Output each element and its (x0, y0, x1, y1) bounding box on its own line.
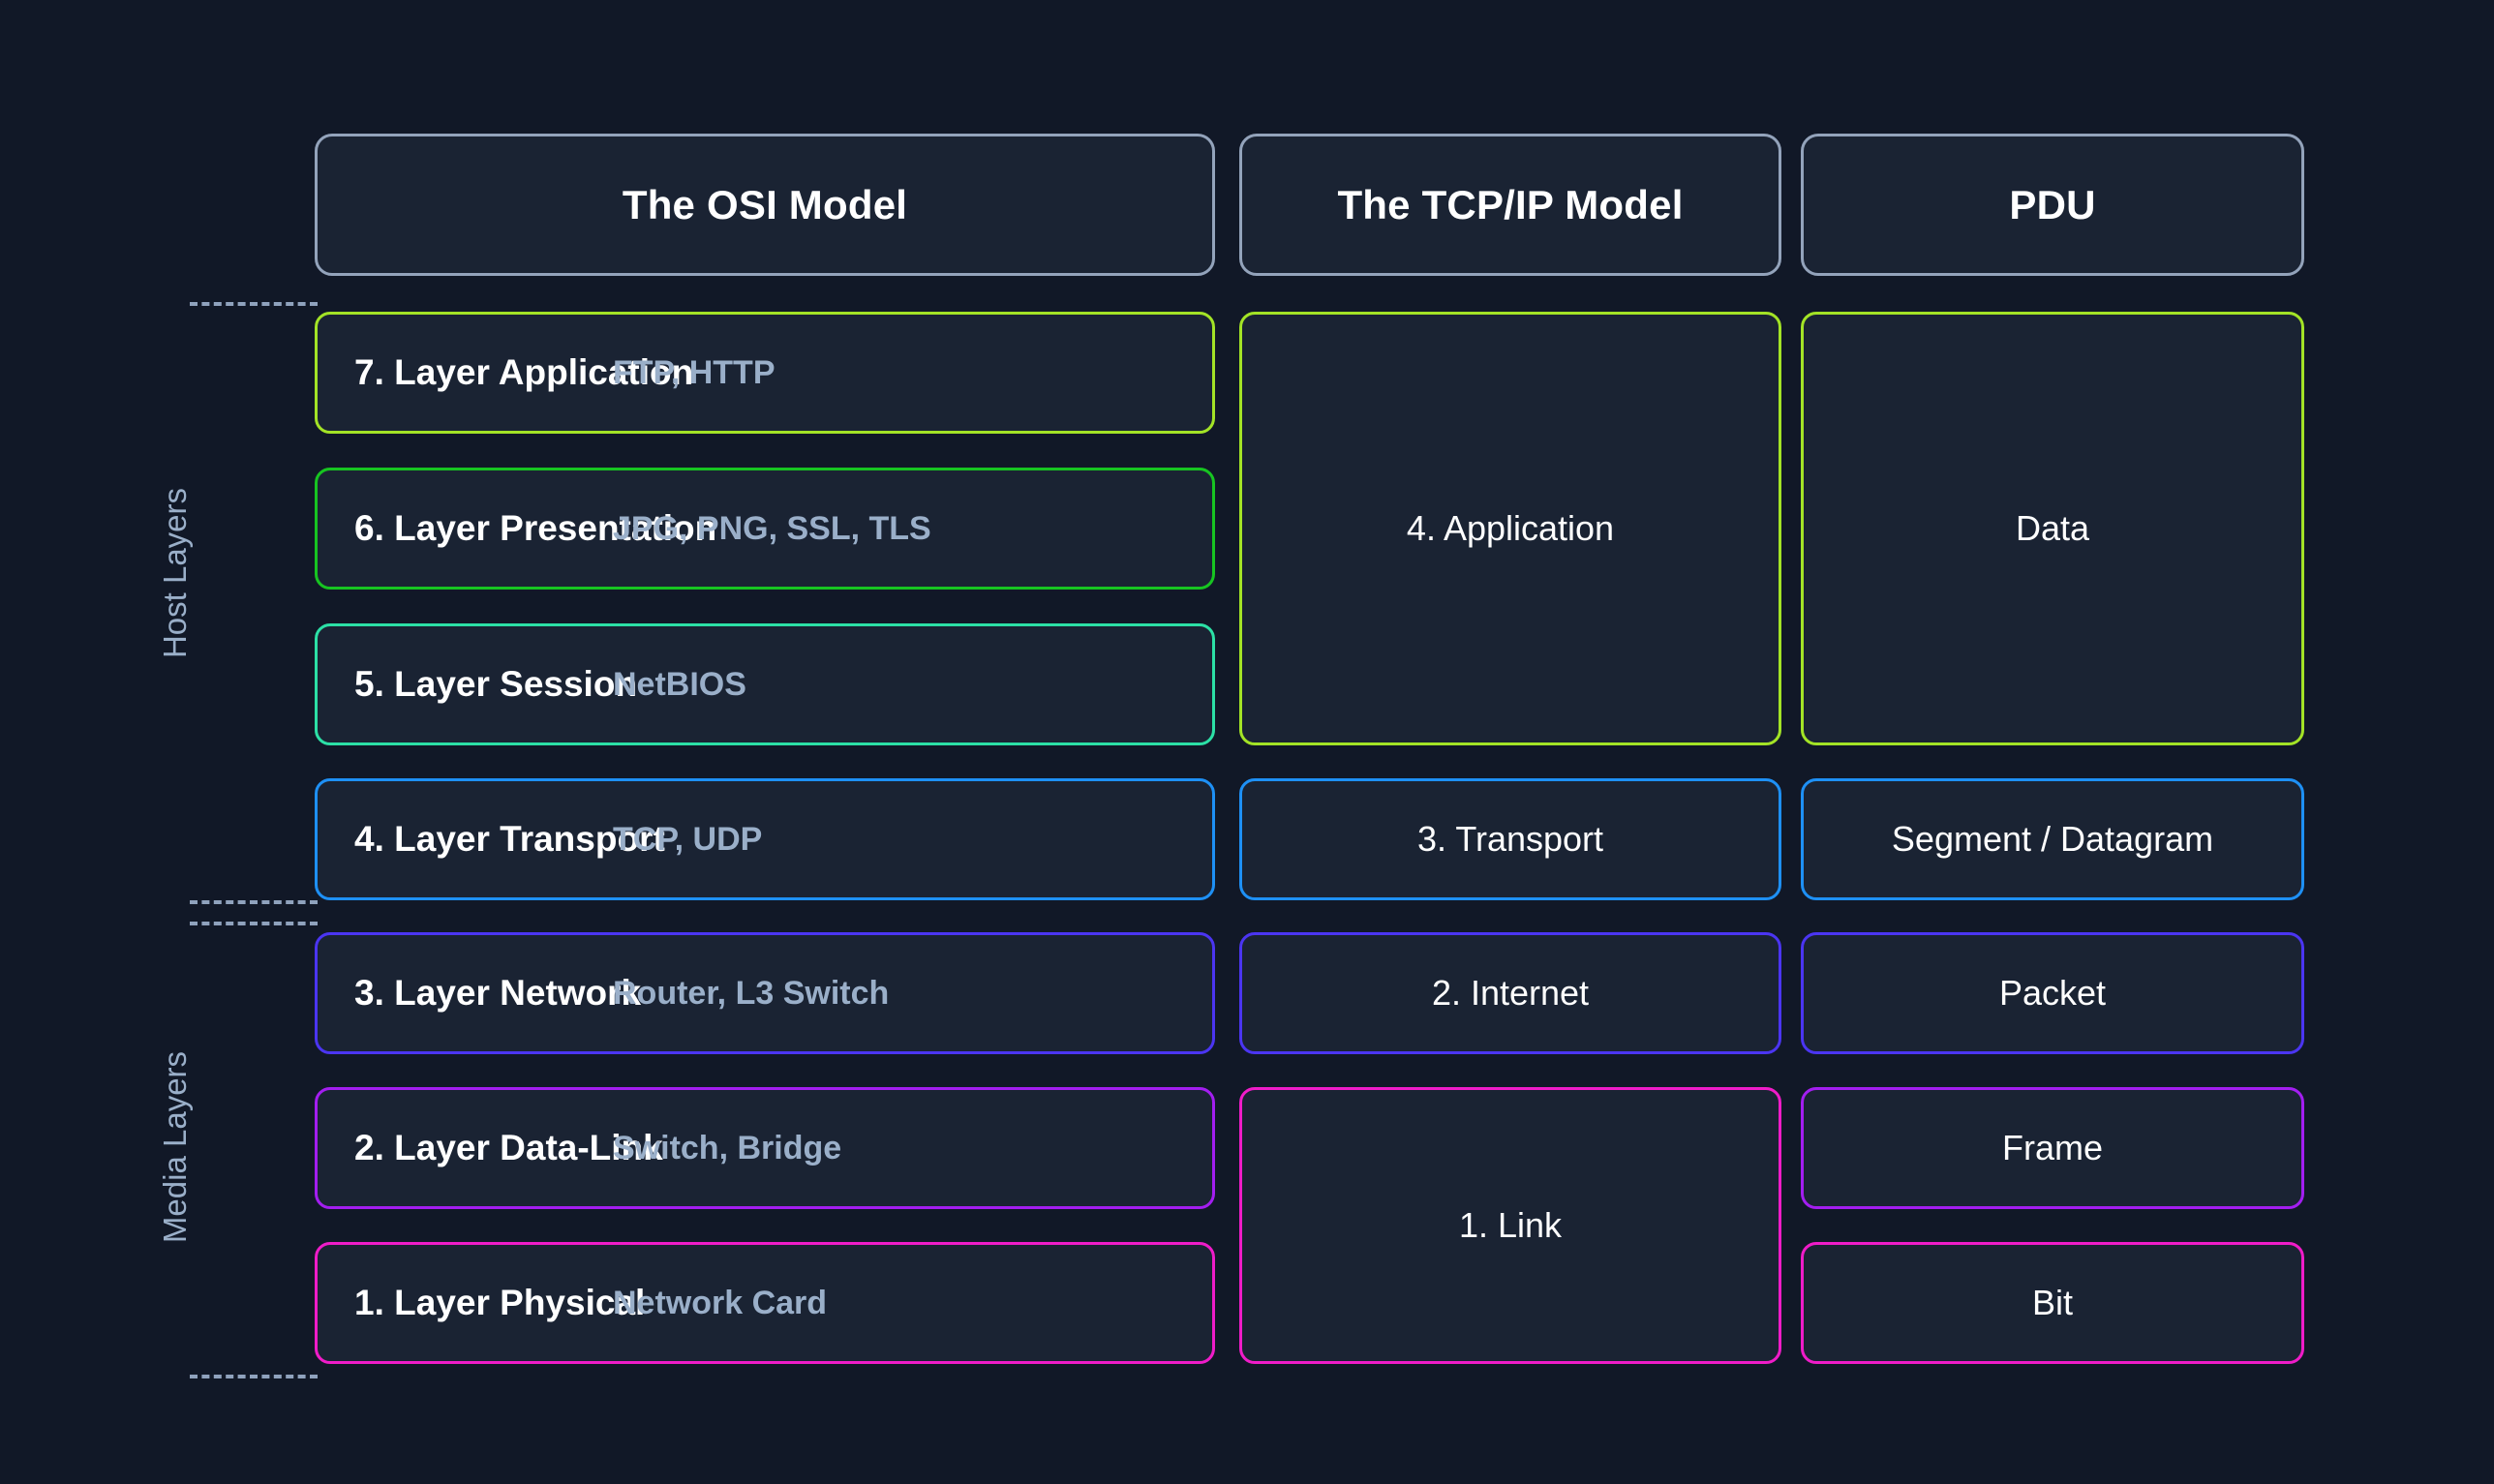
group-label-host-layers-text: Host Layers (157, 487, 193, 659)
group-label-media-layers-text: Media Layers (157, 1050, 193, 1244)
group-label-media-layers: Media Layers (157, 1002, 194, 1292)
separator-media-top (190, 922, 318, 925)
pdu-frame-label: Frame (2001, 1128, 2103, 1167)
osi-layer-4-examples: TCP, UDP (613, 820, 763, 858)
pdu-packet-label: Packet (1998, 973, 2107, 1013)
pdu-segment-datagram-label: Segment / Datagram (1891, 819, 2214, 859)
osi-layer-3[interactable]: 3. Layer Network Router, L3 Switch (315, 932, 1215, 1054)
group-label-host-layers: Host Layers (157, 447, 194, 699)
header-tcpip-model-label: The TCP/IP Model (1337, 181, 1684, 227)
osi-layer-1-name: 1. Layer Physical (354, 1283, 646, 1322)
osi-layer-1[interactable]: 1. Layer Physical Network Card (315, 1242, 1215, 1364)
tcpip-layer-internet-label: 2. Internet (1431, 973, 1590, 1013)
separator-host-bottom (190, 900, 318, 904)
osi-layer-5-examples: NetBIOS (613, 665, 746, 703)
osi-layer-2-examples: Switch, Bridge (613, 1129, 842, 1166)
osi-layer-7[interactable]: 7. Layer Application FTP, HTTP (315, 312, 1215, 434)
osi-layer-5[interactable]: 5. Layer Session NetBIOS (315, 623, 1215, 745)
pdu-bit-label: Bit (2031, 1283, 2073, 1322)
header-pdu: PDU (1801, 134, 2304, 276)
osi-layer-5-name: 5. Layer Session (354, 664, 638, 704)
tcpip-layer-application[interactable]: 4. Application (1239, 312, 1781, 745)
osi-layer-3-name: 3. Layer Network (354, 973, 642, 1013)
separator-bottom (190, 1375, 318, 1378)
osi-layer-3-examples: Router, L3 Switch (613, 974, 890, 1012)
tcpip-layer-transport-label: 3. Transport (1416, 819, 1604, 859)
tcpip-layer-link[interactable]: 1. Link (1239, 1087, 1781, 1364)
tcpip-layer-transport[interactable]: 3. Transport (1239, 778, 1781, 900)
pdu-bit[interactable]: Bit (1801, 1242, 2304, 1364)
osi-layer-6-examples: JPG, PNG, SSL, TLS (613, 509, 931, 547)
header-osi-model-label: The OSI Model (622, 181, 908, 227)
pdu-data-label: Data (2015, 508, 2090, 548)
tcpip-layer-internet[interactable]: 2. Internet (1239, 932, 1781, 1054)
osi-layer-6[interactable]: 6. Layer Presentation JPG, PNG, SSL, TLS (315, 468, 1215, 590)
pdu-packet[interactable]: Packet (1801, 932, 2304, 1054)
osi-layer-1-examples: Network Card (613, 1284, 828, 1321)
pdu-frame[interactable]: Frame (1801, 1087, 2304, 1209)
header-pdu-label: PDU (2009, 181, 2096, 227)
header-osi-model: The OSI Model (315, 134, 1215, 276)
header-tcpip-model: The TCP/IP Model (1239, 134, 1781, 276)
tcpip-layer-link-label: 1. Link (1458, 1205, 1563, 1245)
osi-layer-7-examples: FTP, HTTP (613, 353, 776, 391)
tcpip-layer-application-label: 4. Application (1406, 508, 1615, 548)
osi-layer-4[interactable]: 4. Layer Transport TCP, UDP (315, 778, 1215, 900)
pdu-data[interactable]: Data (1801, 312, 2304, 745)
separator-top (190, 302, 318, 306)
osi-layer-2[interactable]: 2. Layer Data-Link Switch, Bridge (315, 1087, 1215, 1209)
pdu-segment-datagram[interactable]: Segment / Datagram (1801, 778, 2304, 900)
